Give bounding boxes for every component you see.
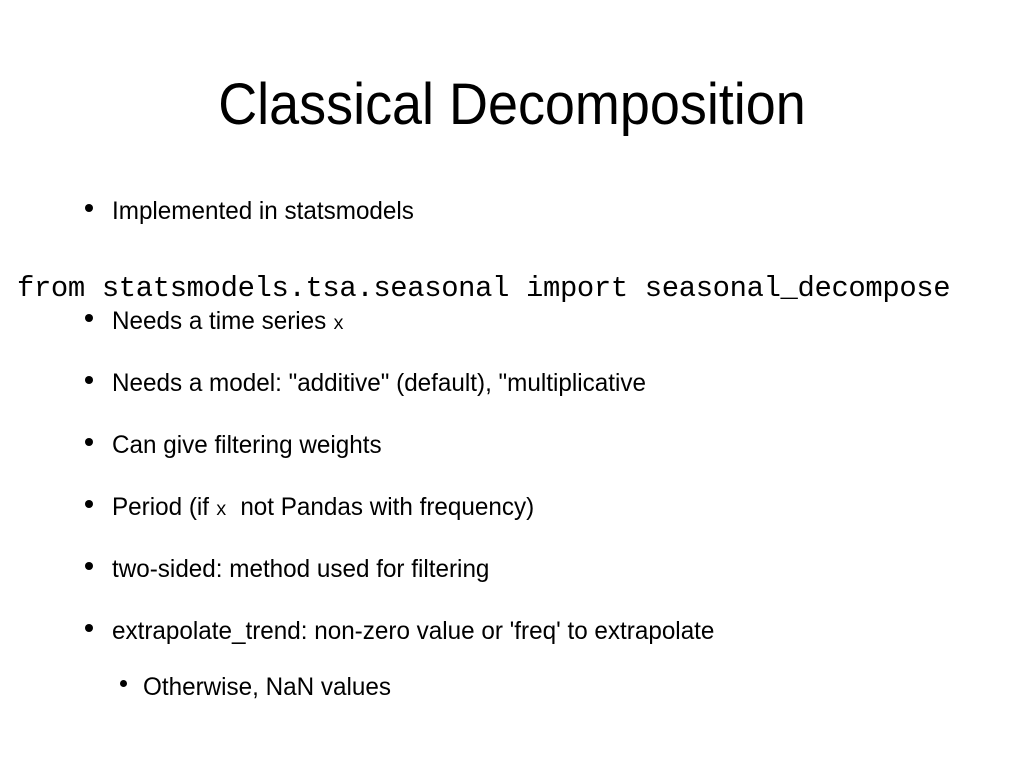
list-item-label: Can give filtering weights xyxy=(112,431,382,459)
list-item: Implemented in statsmodels xyxy=(0,196,1024,232)
list-item-label: Period (if x not Pandas with frequency) xyxy=(112,492,534,525)
page-title: Classical Decomposition xyxy=(218,72,806,137)
list-item-label: Needs a model: "additive" (default), "mu… xyxy=(112,369,646,397)
list-item: Can give filtering weights xyxy=(0,430,1024,466)
bullet-icon xyxy=(85,562,93,570)
inline-code-token: x xyxy=(333,313,345,335)
bullet-icon xyxy=(120,680,127,687)
bullet-icon xyxy=(85,438,93,446)
list-item-text-before: Needs a time series xyxy=(112,307,334,335)
bullet-icon xyxy=(85,624,93,632)
list-item-label: two-sided: method used for filtering xyxy=(112,555,490,583)
list-item: extrapolate_trend: non-zero value or 'fr… xyxy=(0,616,1024,652)
list-item-text-before: Period (if xyxy=(112,493,216,521)
inline-code-token: x xyxy=(215,499,227,521)
code-snippet: from statsmodels.tsa.seasonal import sea… xyxy=(17,272,951,305)
list-item: Otherwise, NaN values xyxy=(0,672,1024,708)
bullet-icon xyxy=(85,314,93,322)
list-item-label: Implemented in statsmodels xyxy=(112,197,414,225)
bullet-icon xyxy=(85,376,93,384)
list-item-text-after: not Pandas with frequency) xyxy=(226,493,535,521)
list-item: Period (if x not Pandas with frequency) xyxy=(0,492,1024,528)
list-item-label: Needs a time series x xyxy=(112,306,344,339)
list-item-label: Otherwise, NaN values xyxy=(143,673,391,701)
list-item: Needs a model: "additive" (default), "mu… xyxy=(0,368,1024,404)
bullet-icon xyxy=(85,500,93,508)
code-line-spacer xyxy=(0,232,1024,258)
list-item: Needs a time series x xyxy=(0,306,1024,342)
bullet-icon xyxy=(85,204,93,212)
slide-canvas: Classical Decomposition Implemented in s… xyxy=(0,0,1024,768)
list-item-label: extrapolate_trend: non-zero value or 'fr… xyxy=(112,617,715,645)
list-item: two-sided: method used for filtering xyxy=(0,554,1024,590)
